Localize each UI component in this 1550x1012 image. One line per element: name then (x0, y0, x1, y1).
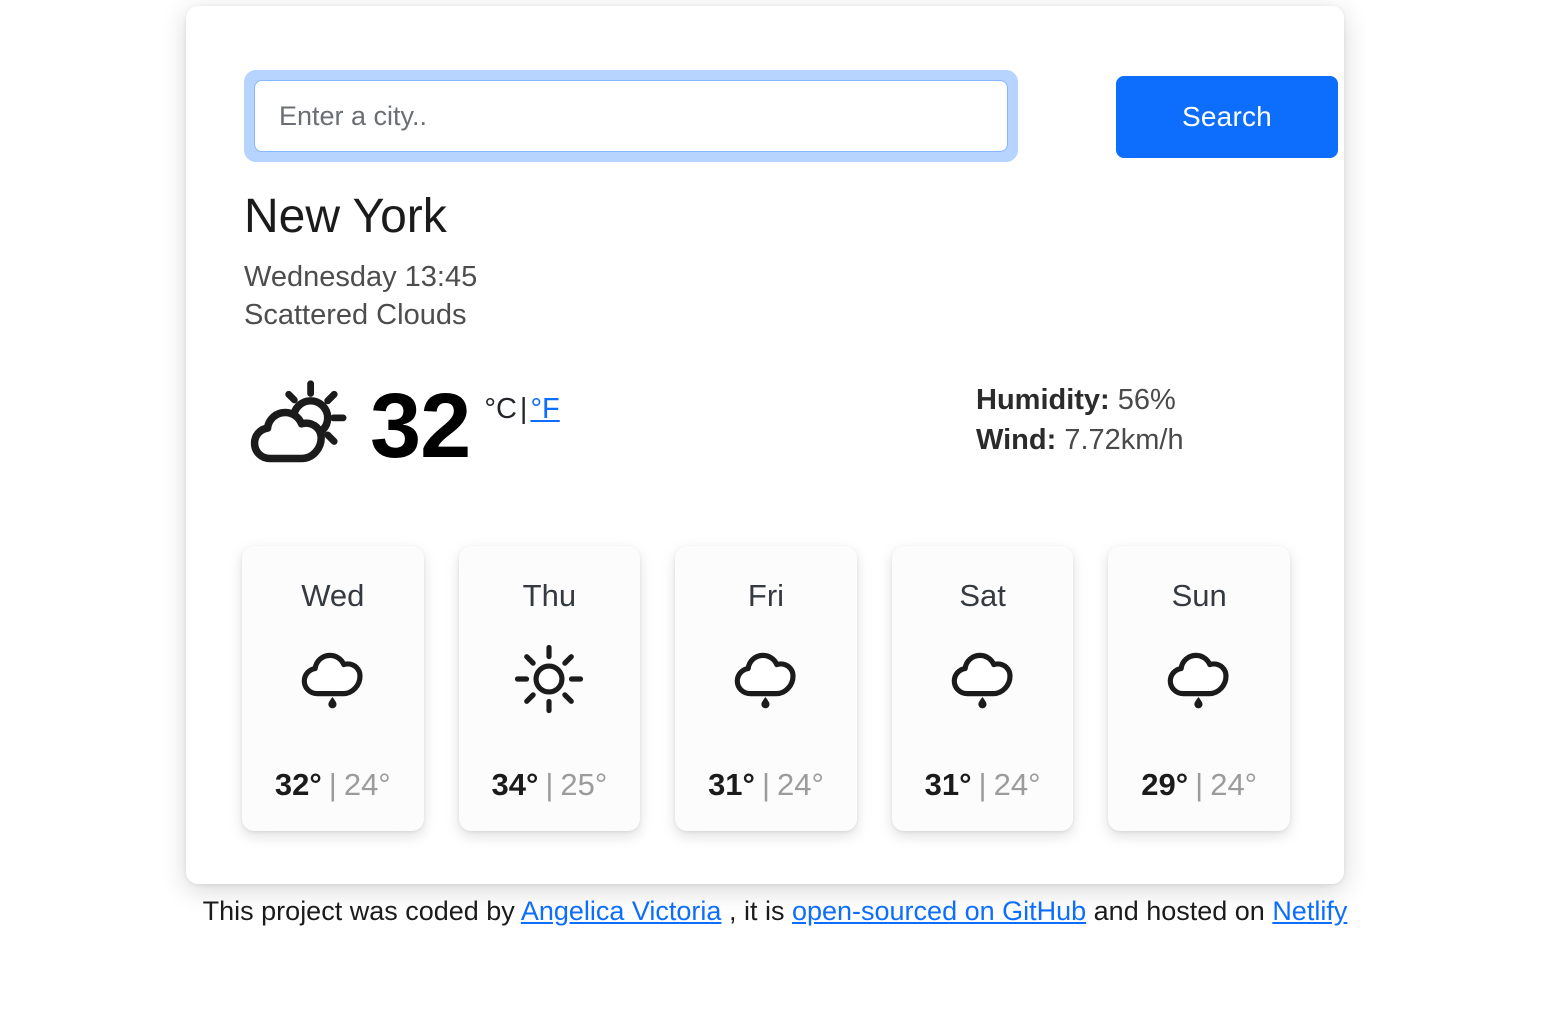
search-input[interactable] (254, 80, 1008, 152)
footer-credits: This project was coded by Angelica Victo… (0, 896, 1550, 927)
forecast-temps: 29° | 24° (1141, 767, 1257, 803)
forecast-max-temp: 31° (708, 767, 755, 802)
current-stats: Humidity: 56% Wind: 7.72km/h (976, 380, 1184, 460)
forecast-min-temp: 25° (560, 767, 608, 802)
unit-fahrenheit-link[interactable]: °F (530, 393, 559, 425)
forecast-card: Sat 31° | 24° (891, 546, 1074, 831)
forecast-temp-separator: | (1195, 767, 1204, 802)
app-root: Search New York Wednesday 13:45 Scattere… (0, 0, 1550, 1012)
github-link[interactable]: open-sourced on GitHub (792, 896, 1086, 926)
forecast-day-label: Thu (522, 578, 577, 613)
humidity-row: Humidity: 56% (976, 380, 1184, 420)
forecast-temps: 32° | 24° (275, 767, 391, 803)
netlify-link[interactable]: Netlify (1272, 896, 1347, 926)
rain-cloud-icon (301, 652, 363, 709)
rain-cloud-icon (734, 652, 796, 709)
current-description: Scattered Clouds (244, 299, 467, 332)
weather-widget-card: Search New York Wednesday 13:45 Scattere… (186, 6, 1344, 884)
forecast-temp-separator: | (978, 767, 987, 802)
forecast-min-temp: 24° (343, 767, 391, 802)
forecast-day-label: Sun (1171, 578, 1227, 613)
forecast-day-label: Wed (301, 578, 365, 613)
forecast-max-temp: 31° (924, 767, 972, 802)
current-datetime: Wednesday 13:45 (244, 260, 478, 293)
forecast-card: Thu 34° | 25° (458, 546, 641, 831)
forecast-card: Sun 29° | 24° (1108, 546, 1290, 831)
current-temperature-value: 32 (370, 375, 471, 477)
current-conditions: 32 °C | °F Humidity: 56% Wind: 7.72km/h (244, 374, 1284, 502)
wind-value: 7.72km/h (1064, 424, 1184, 457)
forecast-min-temp: 24° (993, 767, 1041, 802)
forecast-min-temp: 24° (777, 767, 824, 802)
forecast-card: Fri 31° | 24° (675, 546, 857, 831)
forecast-max-temp: 29° (1141, 767, 1189, 802)
forecast-temp-separator: | (545, 767, 554, 802)
search-input-focus-ring (244, 70, 1018, 162)
sun-icon (515, 644, 584, 714)
forecast-temps: 31° | 24° (925, 767, 1041, 803)
city-meta: Wednesday 13:45 Scattered Clouds (244, 258, 944, 335)
forecast-temps: 34° | 25° (491, 767, 607, 803)
rain-cloud-icon (951, 652, 1013, 709)
current-temperature-group: 32 °C | °F (244, 374, 560, 478)
footer-text-1: This project was coded by (202, 896, 521, 926)
footer-text-2: , it is (721, 896, 792, 926)
city-name: New York (244, 190, 447, 243)
footer-text-3: and hosted on (1086, 896, 1273, 926)
humidity-label: Humidity: (976, 384, 1110, 416)
search-button[interactable]: Search (1116, 76, 1338, 158)
humidity-value: 56% (1117, 384, 1176, 416)
temperature-unit-toggle: °C | °F (484, 393, 559, 426)
forecast-temp-separator: | (761, 767, 771, 802)
cloud-sun-icon (250, 380, 347, 463)
unit-separator: | (519, 392, 528, 425)
author-link[interactable]: Angelica Victoria (521, 896, 722, 926)
forecast-min-temp: 24° (1210, 767, 1258, 802)
forecast-max-temp: 34° (491, 767, 539, 802)
wind-row: Wind: 7.72km/h (976, 420, 1184, 460)
forecast-list: Wed 32° | 24° Thu 34° | 25° Fri 31° | 24… (242, 546, 1290, 831)
city-info: New York Wednesday 13:45 Scattered Cloud… (244, 190, 944, 335)
rain-cloud-icon (1167, 652, 1229, 709)
forecast-max-temp: 32° (274, 767, 322, 802)
forecast-day-label: Fri (747, 578, 785, 613)
wind-label: Wind: (976, 424, 1057, 457)
forecast-day-label: Sat (959, 578, 1006, 613)
unit-celsius: °C (484, 392, 517, 425)
forecast-temp-separator: | (328, 767, 337, 802)
forecast-card: Wed 32° | 24° (242, 546, 424, 831)
forecast-temps: 31° | 24° (708, 767, 824, 803)
search-form: Search (244, 70, 1338, 166)
